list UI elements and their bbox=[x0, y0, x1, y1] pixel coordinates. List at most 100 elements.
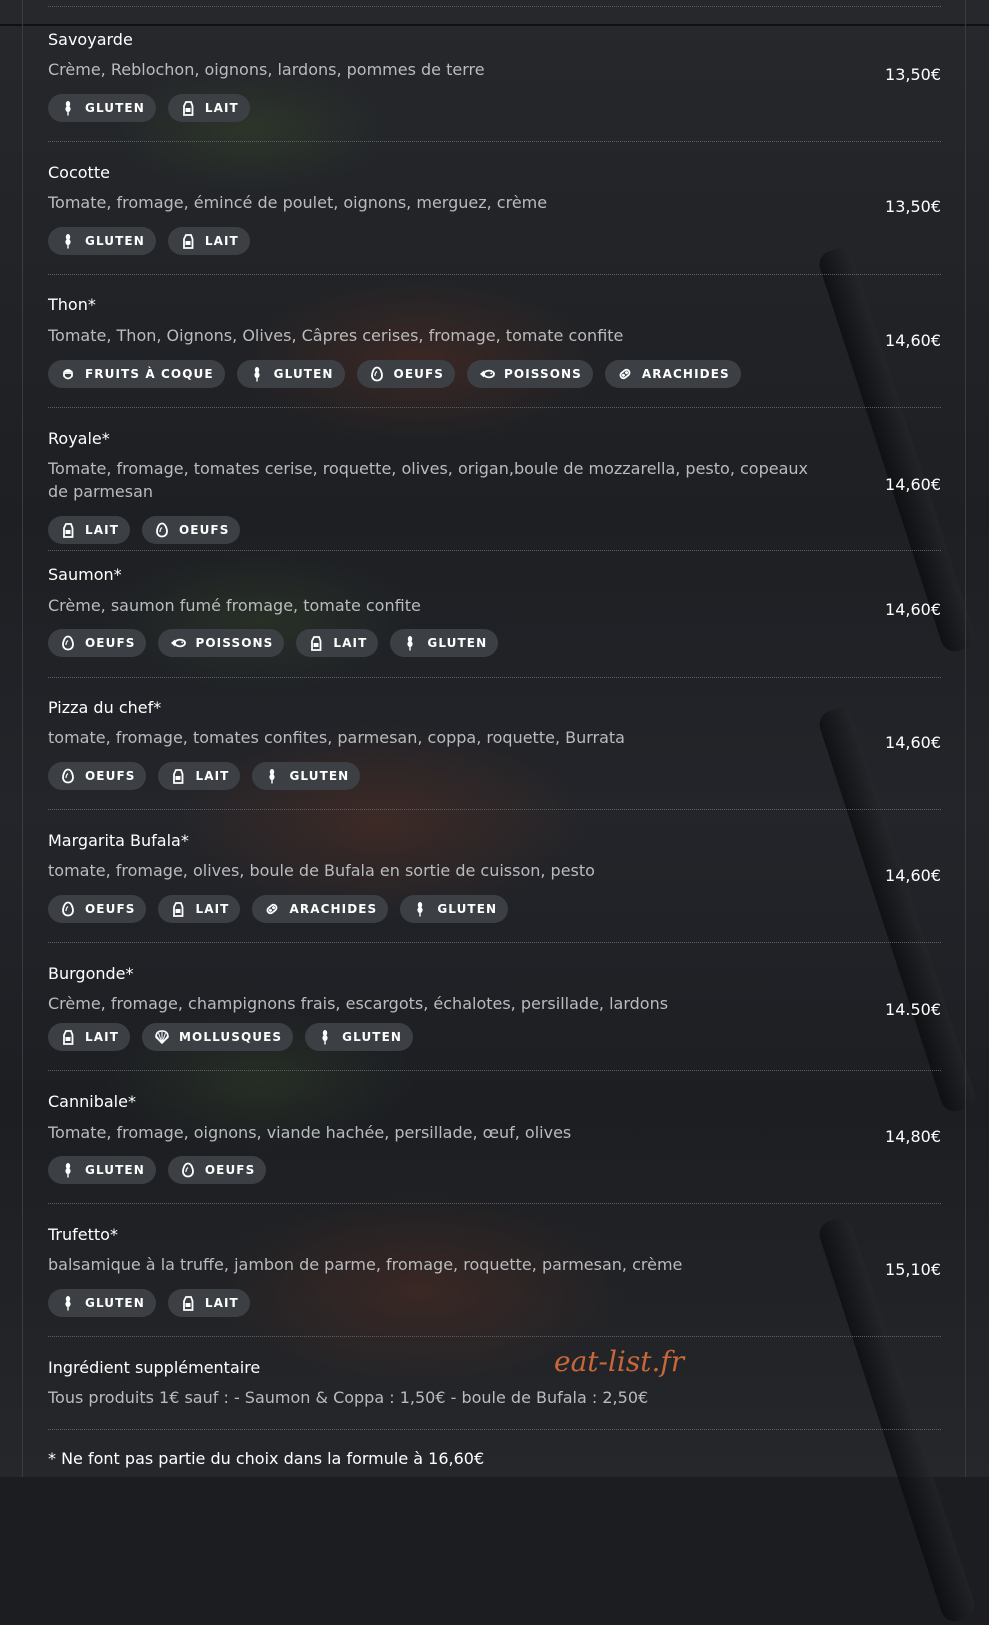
allergen-badge: GLUTEN bbox=[48, 227, 156, 255]
allergen-label: ARACHIDES bbox=[289, 902, 378, 916]
egg-icon bbox=[154, 522, 170, 538]
allergen-list: OEUFS LAIT GLUTEN bbox=[48, 762, 361, 790]
item-divider bbox=[48, 274, 941, 275]
item-description: Crème, fromage, champignons frais, escar… bbox=[48, 994, 669, 1013]
item-description: Tomate, fromage, oignons, viande hachée,… bbox=[48, 1123, 572, 1142]
allergen-label: LAIT bbox=[195, 902, 230, 916]
allergen-list: OEUFS POISSONS LAIT GLUTEN bbox=[48, 629, 499, 657]
allergen-badge: OEUFS bbox=[48, 895, 147, 923]
item-price: 14,60€ bbox=[885, 600, 941, 619]
allergen-list: OEUFS LAIT ARACHIDES GLUTEN bbox=[48, 895, 509, 923]
item-name: Margarita Bufala* bbox=[48, 831, 189, 850]
item-name: Saumon* bbox=[48, 565, 122, 584]
wheat-icon bbox=[402, 635, 418, 651]
allergen-badge: LAIT bbox=[167, 1289, 250, 1317]
allergen-badge: ARACHIDES bbox=[252, 895, 389, 923]
allergen-badge: GLUTEN bbox=[48, 1156, 156, 1184]
wheat-icon bbox=[317, 1029, 333, 1045]
allergen-label: LAIT bbox=[204, 1296, 239, 1310]
item-divider bbox=[48, 550, 941, 551]
allergen-badge: LAIT bbox=[158, 895, 241, 923]
allergen-badge: OEUFS bbox=[141, 516, 241, 544]
allergen-badge: LAIT bbox=[167, 94, 250, 122]
item-price: 14,60€ bbox=[885, 331, 941, 350]
item-divider bbox=[48, 809, 941, 810]
wheat-icon bbox=[249, 366, 265, 382]
egg-icon bbox=[60, 768, 76, 784]
extra-description: Tous produits 1€ sauf : - Saumon & Coppa… bbox=[48, 1388, 649, 1407]
item-description: tomate, fromage, tomates confites, parme… bbox=[48, 728, 625, 747]
item-divider bbox=[48, 942, 941, 943]
allergen-badge: LAIT bbox=[48, 516, 130, 544]
peanut-icon bbox=[264, 901, 280, 917]
frame-line-left bbox=[22, 0, 23, 1477]
fish-icon bbox=[170, 635, 187, 651]
item-price: 13,50€ bbox=[885, 65, 941, 84]
allergen-badge: MOLLUSQUES bbox=[141, 1023, 294, 1051]
frame-line-right bbox=[965, 0, 966, 1477]
allergen-badge: GLUTEN bbox=[48, 1289, 156, 1317]
egg-icon bbox=[60, 901, 76, 917]
allergen-badge: GLUTEN bbox=[236, 360, 345, 388]
watermark: eat-list.fr bbox=[554, 1345, 685, 1378]
allergen-label: LAIT bbox=[195, 769, 230, 783]
item-divider bbox=[48, 407, 941, 408]
allergen-label: MOLLUSQUES bbox=[178, 1030, 283, 1044]
shell-icon bbox=[154, 1029, 170, 1045]
allergen-label: GLUTEN bbox=[427, 636, 488, 650]
item-divider bbox=[48, 1429, 941, 1430]
allergen-badge: GLUTEN bbox=[252, 762, 361, 790]
item-price: 14.50€ bbox=[885, 1000, 941, 1019]
allergen-badge: OEUFS bbox=[48, 762, 147, 790]
milk-carton-icon bbox=[180, 233, 196, 249]
allergen-label: LAIT bbox=[204, 101, 239, 115]
allergen-badge: OEUFS bbox=[356, 360, 455, 388]
allergen-badge: GLUTEN bbox=[305, 1023, 414, 1051]
allergen-list: GLUTEN LAIT bbox=[48, 94, 250, 122]
allergen-list: LAIT MOLLUSQUES GLUTEN bbox=[48, 1023, 414, 1051]
allergen-label: OEUFS bbox=[85, 636, 136, 650]
item-divider bbox=[48, 1336, 941, 1337]
allergen-label: POISSONS bbox=[195, 636, 274, 650]
item-price: 14,60€ bbox=[885, 866, 941, 885]
allergen-label: GLUTEN bbox=[85, 101, 145, 115]
allergen-label: LAIT bbox=[85, 1030, 119, 1044]
allergen-badge: POISSONS bbox=[467, 360, 593, 388]
allergen-list: GLUTEN LAIT bbox=[48, 1289, 250, 1317]
allergen-label: GLUTEN bbox=[273, 367, 334, 381]
item-description: tomate, fromage, olives, boule de Bufala… bbox=[48, 861, 595, 880]
allergen-label: LAIT bbox=[204, 234, 239, 248]
item-price: 13,50€ bbox=[885, 197, 941, 216]
item-description: Tomate, fromage, tomates cerise, roquett… bbox=[48, 459, 808, 501]
allergen-label: GLUTEN bbox=[85, 234, 145, 248]
allergen-badge: LAIT bbox=[48, 1023, 130, 1051]
allergen-badge: OEUFS bbox=[48, 629, 147, 657]
item-name: Cocotte bbox=[48, 163, 110, 182]
milk-carton-icon bbox=[60, 522, 76, 538]
top-divider bbox=[0, 0, 989, 26]
item-description: Crème, Reblochon, oignons, lardons, pomm… bbox=[48, 60, 485, 79]
wheat-icon bbox=[264, 768, 280, 784]
allergen-badge: LAIT bbox=[158, 762, 241, 790]
allergen-label: LAIT bbox=[85, 523, 119, 537]
egg-icon bbox=[369, 366, 385, 382]
allergen-label: FRUITS À COQUE bbox=[85, 367, 214, 381]
wheat-icon bbox=[412, 901, 428, 917]
item-name: Burgonde* bbox=[48, 964, 134, 983]
item-divider bbox=[48, 1070, 941, 1071]
egg-icon bbox=[60, 635, 76, 651]
allergen-label: GLUTEN bbox=[85, 1163, 145, 1177]
item-price: 15,10€ bbox=[885, 1260, 941, 1279]
allergen-list: LAIT OEUFS bbox=[48, 516, 241, 544]
footnote: * Ne font pas partie du choix dans la fo… bbox=[48, 1449, 485, 1468]
allergen-label: OEUFS bbox=[85, 902, 136, 916]
allergen-list: GLUTEN OEUFS bbox=[48, 1156, 267, 1184]
item-divider bbox=[48, 677, 941, 678]
allergen-label: ARACHIDES bbox=[641, 367, 730, 381]
wheat-icon bbox=[60, 1162, 76, 1178]
milk-carton-icon bbox=[308, 635, 324, 651]
allergen-badge: ARACHIDES bbox=[604, 360, 741, 388]
allergen-badge: POISSONS bbox=[158, 629, 285, 657]
allergen-list: FRUITS À COQUE GLUTEN OEUFS POISSONS ARACHID… bbox=[48, 360, 741, 388]
allergen-label: GLUTEN bbox=[437, 902, 498, 916]
